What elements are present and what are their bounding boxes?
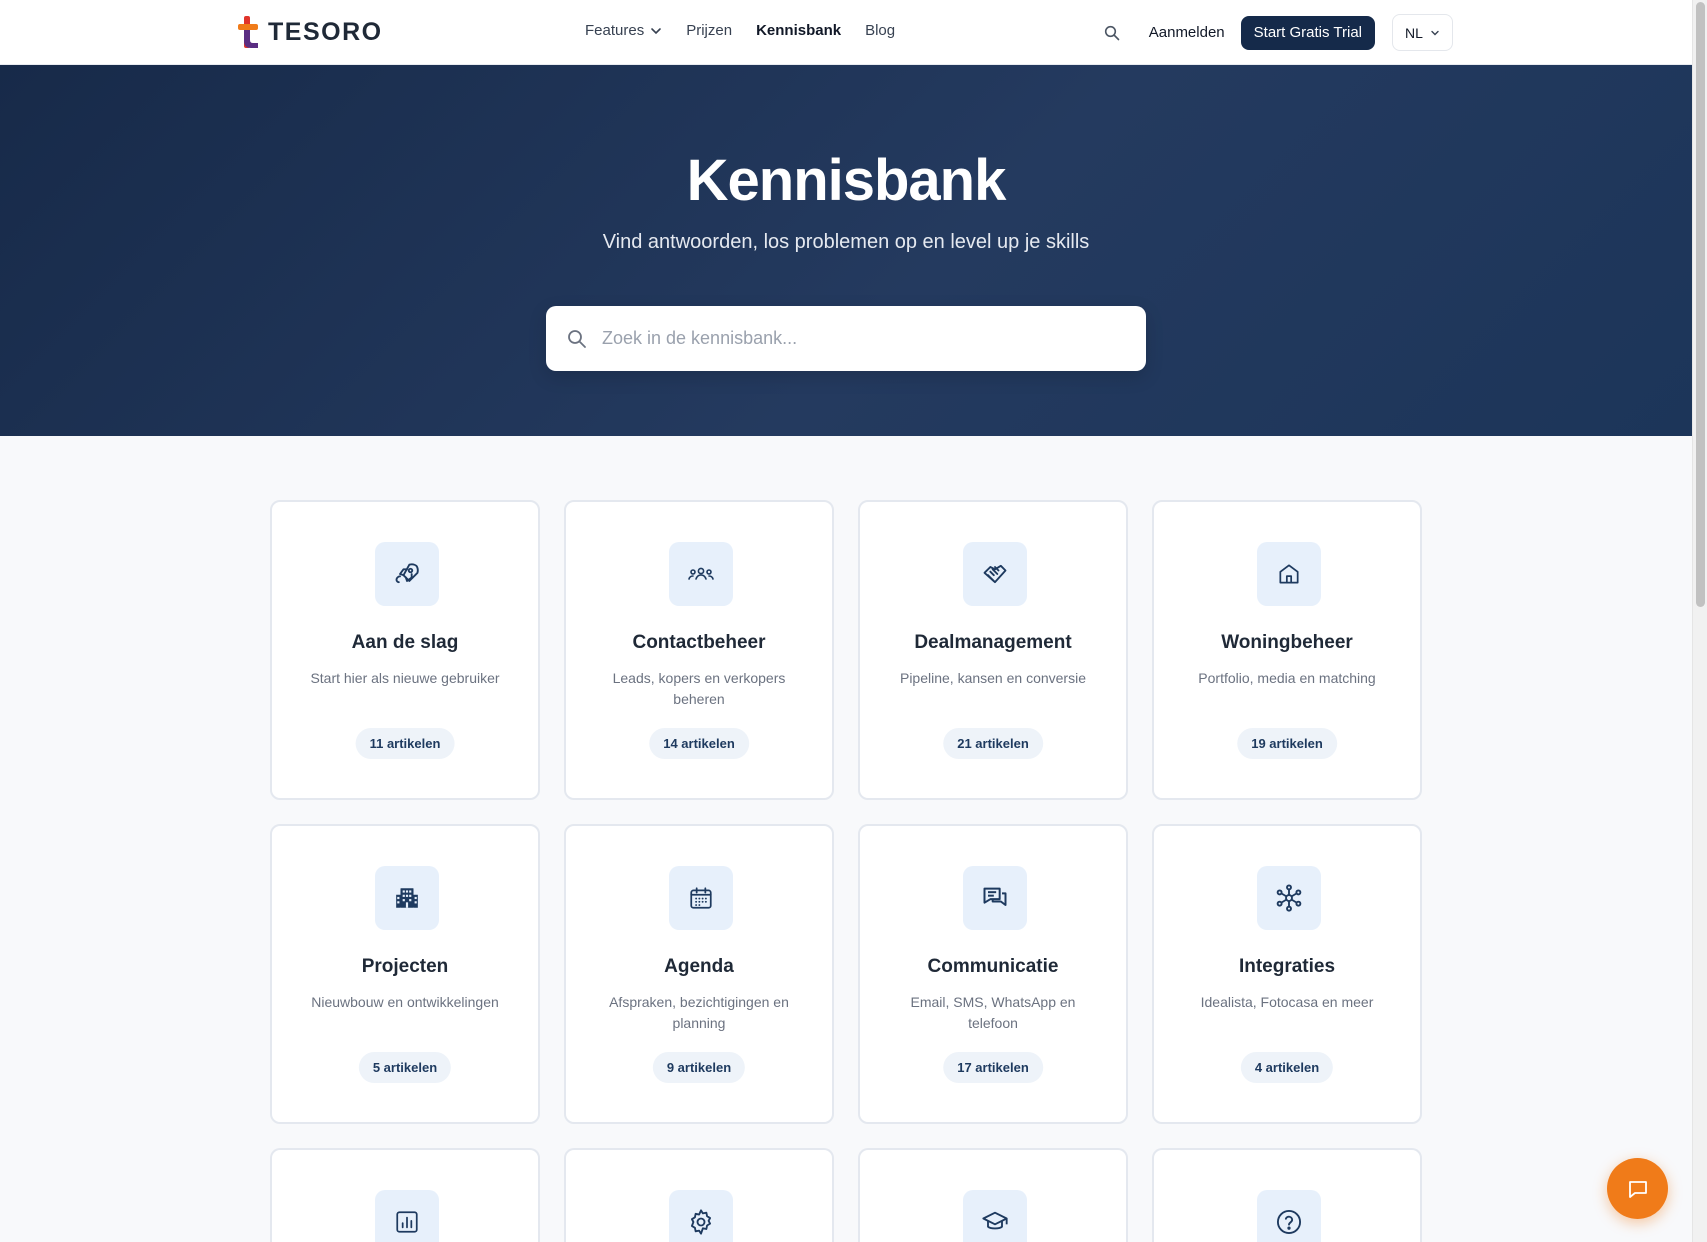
category-title: Woningbeheer bbox=[1221, 632, 1353, 653]
nav-item-prijzen[interactable]: Prijzen bbox=[686, 22, 732, 39]
nav-item-features[interactable]: Features bbox=[585, 22, 662, 39]
bar-chart-icon bbox=[375, 1190, 439, 1242]
brand-name: TESORO bbox=[268, 17, 383, 46]
category-description: Afspraken, bezichtigingen en planning bbox=[609, 994, 789, 1031]
language-selector[interactable]: NL bbox=[1392, 14, 1453, 51]
category-title: Aan de slag bbox=[351, 632, 459, 653]
category-title: Contactbeheer bbox=[632, 632, 766, 653]
search-icon bbox=[568, 329, 586, 348]
network-icon bbox=[1257, 866, 1321, 930]
category-description: Start hier als nieuwe gebruiker bbox=[310, 670, 500, 686]
page-title: Kennisbank bbox=[686, 148, 1007, 213]
home-icon bbox=[1257, 542, 1321, 606]
category-description: Pipeline, kansen en conversie bbox=[899, 670, 1086, 686]
category-card-projecten[interactable]: Projecten Nieuwbouw en ontwikkelingen 5 … bbox=[270, 824, 540, 1124]
category-title: Projecten bbox=[361, 956, 449, 977]
knowledge-search-box[interactable] bbox=[546, 306, 1146, 371]
building-icon bbox=[375, 866, 439, 930]
handshake-icon bbox=[963, 542, 1027, 606]
search-icon bbox=[1104, 25, 1120, 40]
article-count-badge: 17 artikelen bbox=[943, 1052, 1043, 1083]
help-circle-icon bbox=[1257, 1190, 1321, 1242]
chat-launcher-button[interactable] bbox=[1607, 1158, 1668, 1219]
article-count-badge: 9 artikelen bbox=[652, 1052, 746, 1083]
category-title: Integraties bbox=[1238, 956, 1336, 977]
calendar-icon bbox=[669, 866, 733, 930]
category-description: Leads, kopers en verkopers beheren bbox=[612, 670, 786, 707]
header-actions: Aanmelden Start Gratis Trial NL bbox=[1097, 14, 1453, 51]
category-description: Portfolio, media en matching bbox=[1198, 670, 1376, 686]
login-link[interactable]: Aanmelden bbox=[1149, 24, 1225, 41]
category-card-agenda[interactable]: Agenda Afspraken, bezichtigingen en plan… bbox=[564, 824, 834, 1124]
article-count-badge: 4 artikelen bbox=[1240, 1052, 1334, 1083]
category-card-communicatie[interactable]: Communicatie Email, SMS, WhatsApp en tel… bbox=[858, 824, 1128, 1124]
nav-item-label: Features bbox=[585, 22, 645, 39]
article-count-badge: 5 artikelen bbox=[358, 1052, 452, 1083]
start-trial-button[interactable]: Start Gratis Trial bbox=[1240, 15, 1375, 50]
knowledge-search-input[interactable] bbox=[602, 328, 1122, 349]
category-card-partial[interactable] bbox=[564, 1148, 834, 1242]
page-subtitle: Vind antwoorden, los problemen op en lev… bbox=[602, 231, 1090, 253]
scrollbar-thumb[interactable] bbox=[1696, 2, 1705, 607]
category-card-dealmanagement[interactable]: Dealmanagement Pipeline, kansen en conve… bbox=[858, 500, 1128, 800]
article-count-badge: 14 artikelen bbox=[649, 728, 749, 759]
chat-icon bbox=[1628, 1180, 1647, 1198]
chat-bubbles-icon bbox=[963, 866, 1027, 930]
users-icon bbox=[669, 542, 733, 606]
category-grid: Aan de slag Start hier als nieuwe gebrui… bbox=[270, 500, 1423, 1242]
category-card-partial[interactable] bbox=[858, 1148, 1128, 1242]
page-scrollbar[interactable] bbox=[1692, 0, 1707, 1242]
category-title: Communicatie bbox=[927, 956, 1059, 977]
graduation-cap-icon bbox=[963, 1190, 1027, 1242]
category-card-partial[interactable] bbox=[1152, 1148, 1422, 1242]
article-count-badge: 11 artikelen bbox=[355, 728, 455, 759]
category-description: Email, SMS, WhatsApp en telefoon bbox=[910, 994, 1076, 1031]
chevron-down-icon bbox=[651, 27, 662, 34]
nav-item-kennisbank[interactable]: Kennisbank bbox=[756, 22, 841, 39]
gear-icon bbox=[669, 1190, 733, 1242]
category-description: Idealista, Fotocasa en meer bbox=[1200, 994, 1374, 1010]
category-title: Dealmanagement bbox=[914, 632, 1072, 653]
category-card-contactbeheer[interactable]: Contactbeheer Leads, kopers en verkopers… bbox=[564, 500, 834, 800]
category-card-integraties[interactable]: Integraties Idealista, Fotocasa en meer … bbox=[1152, 824, 1422, 1124]
rocket-icon bbox=[375, 542, 439, 606]
category-card-partial[interactable] bbox=[270, 1148, 540, 1242]
category-card-woningbeheer[interactable]: Woningbeheer Portfolio, media en matchin… bbox=[1152, 500, 1422, 800]
nav-item-blog[interactable]: Blog bbox=[865, 22, 895, 39]
search-button[interactable] bbox=[1097, 18, 1127, 48]
category-title: Agenda bbox=[664, 956, 734, 977]
article-count-badge: 19 artikelen bbox=[1237, 728, 1337, 759]
chevron-down-icon bbox=[1431, 30, 1439, 35]
main-nav: Features Prijzen Kennisbank Blog bbox=[585, 22, 919, 39]
top-navigation-bar: TESORO Features Prijzen Kennisbank Blog … bbox=[0, 0, 1692, 65]
category-card-aan-de-slag[interactable]: Aan de slag Start hier als nieuwe gebrui… bbox=[270, 500, 540, 800]
article-count-badge: 21 artikelen bbox=[943, 728, 1043, 759]
brand-logo[interactable]: TESORO bbox=[238, 16, 383, 48]
hero-section: Kennisbank Vind antwoorden, los probleme… bbox=[0, 65, 1692, 436]
language-label: NL bbox=[1405, 24, 1423, 41]
tesoro-logo-icon bbox=[238, 16, 260, 48]
category-description: Nieuwbouw en ontwikkelingen bbox=[311, 994, 499, 1010]
